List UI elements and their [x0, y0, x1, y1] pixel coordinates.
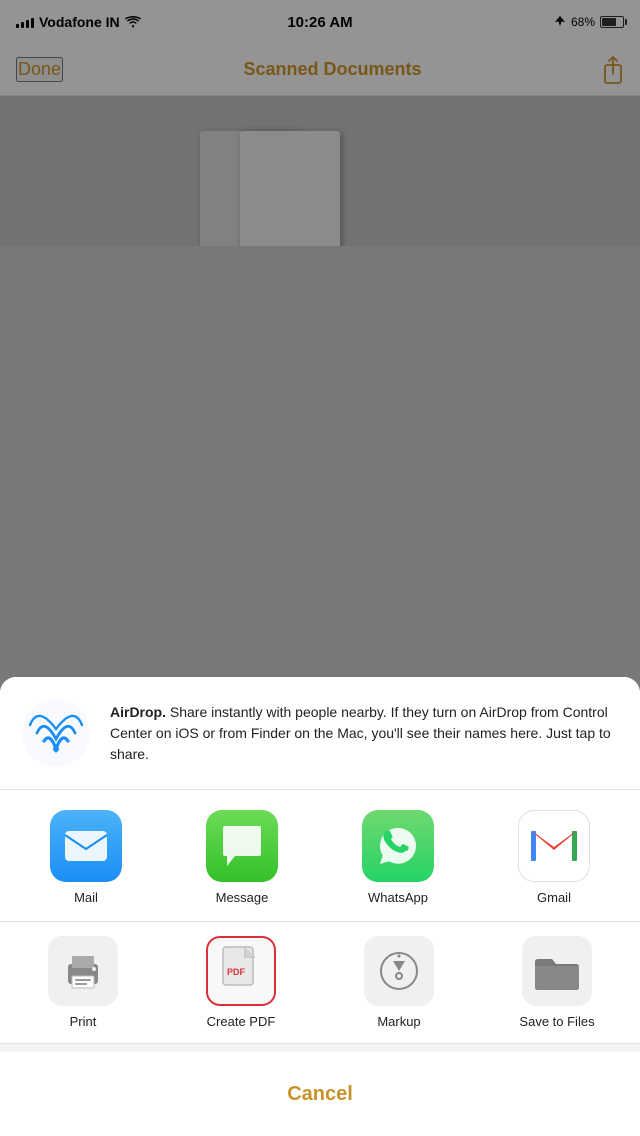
create-pdf-icon: PDF [219, 945, 263, 997]
markup-label: Markup [377, 1014, 420, 1029]
whatsapp-logo-icon [374, 822, 422, 870]
mail-envelope-icon [64, 830, 108, 862]
action-item-create-pdf[interactable]: PDF Create PDF [176, 936, 306, 1029]
apps-section: Mail Message [0, 790, 640, 922]
cancel-button[interactable]: Cancel [12, 1066, 628, 1122]
whatsapp-app-label: WhatsApp [368, 890, 428, 905]
cancel-section: Cancel [0, 1052, 640, 1136]
actions-row: Print PDF Create PDF [0, 936, 640, 1029]
create-pdf-label: Create PDF [207, 1014, 276, 1029]
airdrop-description: AirDrop. Share instantly with people nea… [110, 702, 620, 765]
message-bubble-icon [219, 824, 265, 868]
gmail-app-label: Gmail [537, 890, 571, 905]
save-to-files-label: Save to Files [519, 1014, 594, 1029]
app-item-message[interactable]: Message [187, 810, 297, 905]
action-item-markup[interactable]: Markup [334, 936, 464, 1029]
markup-icon [376, 948, 422, 994]
whatsapp-app-icon [362, 810, 434, 882]
action-item-save-to-files[interactable]: Save to Files [492, 936, 622, 1029]
airdrop-title: AirDrop. [110, 704, 166, 720]
airdrop-icon [20, 697, 92, 769]
mail-app-label: Mail [74, 890, 98, 905]
mail-app-icon [50, 810, 122, 882]
markup-icon-wrap [364, 936, 434, 1006]
save-to-files-icon-wrap [522, 936, 592, 1006]
message-app-label: Message [216, 890, 269, 905]
print-icon [60, 950, 106, 992]
apps-row: Mail Message [0, 810, 640, 905]
share-sheet-overlay: AirDrop. Share instantly with people nea… [0, 0, 640, 1136]
actions-section: Print PDF Create PDF [0, 922, 640, 1044]
save-to-files-icon [532, 950, 582, 992]
app-item-gmail[interactable]: Gmail [499, 810, 609, 905]
print-icon-wrap [48, 936, 118, 1006]
create-pdf-icon-wrap: PDF [206, 936, 276, 1006]
message-app-icon [206, 810, 278, 882]
svg-text:PDF: PDF [227, 967, 246, 977]
gmail-app-icon [518, 810, 590, 882]
app-item-mail[interactable]: Mail [31, 810, 141, 905]
print-label: Print [70, 1014, 97, 1029]
action-item-print[interactable]: Print [18, 936, 148, 1029]
airdrop-section[interactable]: AirDrop. Share instantly with people nea… [0, 677, 640, 790]
app-item-whatsapp[interactable]: WhatsApp [343, 810, 453, 905]
share-sheet: AirDrop. Share instantly with people nea… [0, 677, 640, 1136]
gmail-logo-icon [529, 827, 579, 865]
